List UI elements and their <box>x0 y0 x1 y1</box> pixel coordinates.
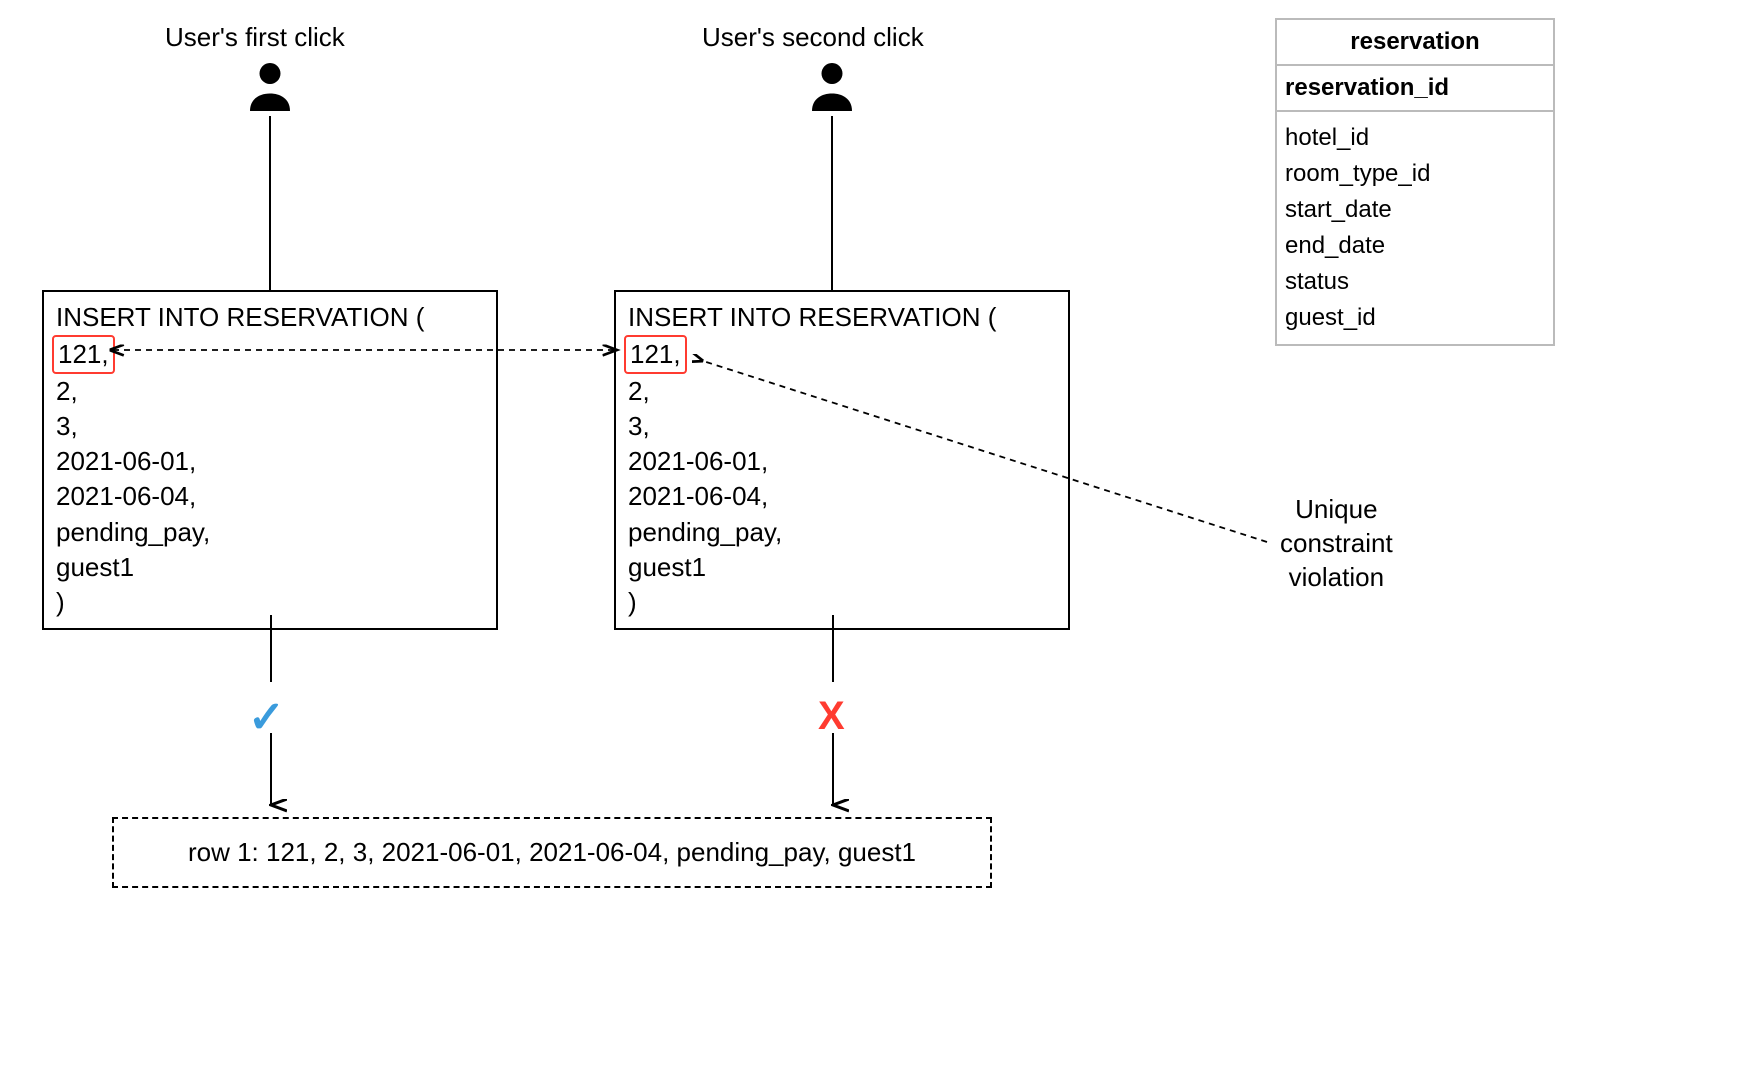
sql-header: INSERT INTO RESERVATION ( <box>56 300 484 335</box>
sql-value: 2, <box>628 374 1056 409</box>
highlighted-pk-value: 121, <box>52 335 115 374</box>
schema-field: guest_id <box>1285 300 1545 336</box>
user-icon <box>802 56 862 116</box>
check-mark-icon: ✓ <box>248 692 285 743</box>
result-row-box: row 1: 121, 2, 3, 2021-06-01, 2021-06-04… <box>112 817 992 888</box>
sql-value: 2021-06-04, <box>628 479 1056 514</box>
sql-value: pending_pay, <box>628 515 1056 550</box>
sql-value: guest1 <box>56 550 484 585</box>
result-row-text: row 1: 121, 2, 3, 2021-06-01, 2021-06-04… <box>188 837 916 867</box>
schema-title: reservation <box>1277 20 1553 66</box>
schema-table-box: reservation reservation_id hotel_id room… <box>1275 18 1555 346</box>
user-icon <box>240 56 300 116</box>
annotation-unique-violation: Unique constraint violation <box>1280 493 1393 594</box>
schema-field: hotel_id <box>1285 120 1545 156</box>
sql-value: guest1 <box>628 550 1056 585</box>
sql-close: ) <box>56 585 484 620</box>
label-second-click: User's second click <box>702 22 924 53</box>
sql-value: pending_pay, <box>56 515 484 550</box>
sql-close: ) <box>628 585 1056 620</box>
schema-field: end_date <box>1285 228 1545 264</box>
sql-header: INSERT INTO RESERVATION ( <box>628 300 1056 335</box>
highlighted-pk-value: 121, <box>624 335 687 374</box>
x-mark-icon: X <box>818 694 845 739</box>
sql-insert-box-1: INSERT INTO RESERVATION ( 121, 2, 3, 202… <box>42 290 498 630</box>
schema-field: start_date <box>1285 192 1545 228</box>
sql-value: 3, <box>56 409 484 444</box>
sql-value: 2021-06-04, <box>56 479 484 514</box>
schema-field: room_type_id <box>1285 156 1545 192</box>
sql-value: 2, <box>56 374 484 409</box>
schema-field: status <box>1285 264 1545 300</box>
sql-value: 2021-06-01, <box>56 444 484 479</box>
schema-fields: hotel_id room_type_id start_date end_dat… <box>1277 112 1553 344</box>
sql-value: 2021-06-01, <box>628 444 1056 479</box>
sql-insert-box-2: INSERT INTO RESERVATION ( 121, 2, 3, 202… <box>614 290 1070 630</box>
label-first-click: User's first click <box>165 22 345 53</box>
sql-value: 3, <box>628 409 1056 444</box>
schema-pk: reservation_id <box>1277 66 1553 112</box>
